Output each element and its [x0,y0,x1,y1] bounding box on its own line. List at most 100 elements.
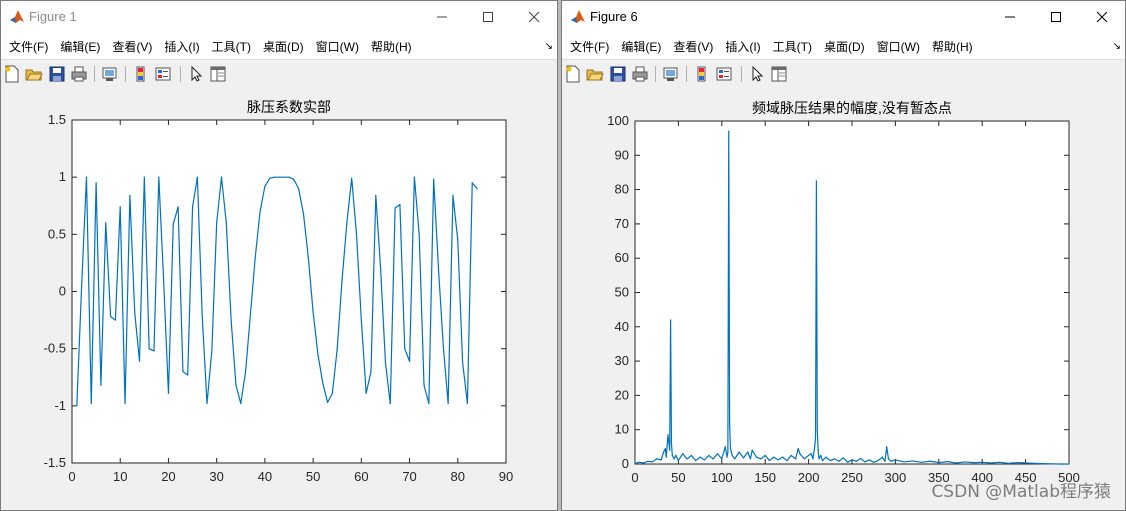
data-point [187,374,189,376]
data-point [1068,463,1070,465]
figure-canvas[interactable]: 脉压系数实部 0 10 20 30 40 50 60 70 80 90 1.5 1 0.5 0 -0.5 -1 -… [1,88,557,510]
data-point [245,370,247,373]
data-point [399,204,401,206]
open-file-icon[interactable] [586,65,604,83]
legend-icon[interactable] [154,65,172,83]
menu-file[interactable]: 文件(F) [3,38,54,55]
data-point [462,361,464,363]
data-point [114,319,116,321]
data-point [1059,463,1061,465]
data-point [799,453,801,455]
data-point [810,453,812,455]
menu-insert[interactable]: 插入(I) [719,38,766,55]
menu-bar: 文件(F) 编辑(E) 查看(V) 插入(I) 工具(T) 桌面(D) 窗口(W… [562,33,1125,59]
menu-desktop[interactable]: 桌面(D) [818,38,871,55]
data-point [1016,462,1018,464]
maximize-button[interactable] [465,1,511,33]
data-point [728,130,730,132]
data-point [129,194,131,197]
link-plot-icon[interactable] [662,65,680,83]
data-point [794,458,797,460]
property-editor-icon[interactable] [209,65,227,83]
data-point [955,462,957,464]
data-point [437,268,440,270]
menu-help[interactable]: 帮助(H) [365,38,418,55]
data-point [727,451,729,453]
data-point [675,454,677,457]
figure-6-window[interactable]: Figure 6 文件(F) 编辑(E) 查看(V) 插入(I) 工具(T) 桌… [561,0,1126,511]
data-point [254,256,256,258]
colorbar-icon[interactable] [132,65,150,83]
menu-insert[interactable]: 插入(I) [158,38,205,55]
chart-frequency-pulse: 频域脉压结果的幅度,没有暂态点0 50 100 150 200 250 300 350 400 4… [607,100,1080,485]
save-icon[interactable] [48,65,66,83]
new-figure-icon[interactable] [3,65,21,83]
data-point [148,348,150,350]
menu-tools[interactable]: 工具(T) [767,38,818,55]
pointer-icon[interactable] [748,65,766,83]
print-icon[interactable] [70,65,88,83]
data-point [452,194,454,197]
data-point [729,422,731,424]
data-point [998,461,1001,463]
dock-arrow-icon[interactable]: ↘ [545,41,553,52]
title-bar[interactable]: Figure 1 [1,1,557,33]
menu-window[interactable]: 窗口(W) [310,38,365,55]
menu-edit[interactable]: 编辑(E) [615,38,667,55]
data-point [269,177,271,179]
title-bar[interactable]: Figure 6 [562,1,1125,33]
data-point [663,451,665,453]
menu-view[interactable]: 查看(V) [667,38,719,55]
x-tick-label: 0 [68,469,75,484]
menu-help[interactable]: 帮助(H) [926,38,979,55]
dock-arrow-icon[interactable]: ↘ [1113,41,1121,52]
colorbar-icon[interactable] [693,65,711,83]
watermark: CSDN @Matlab程序猿 [931,482,1111,502]
data-point [196,176,198,178]
legend-icon[interactable] [715,65,733,83]
close-button[interactable] [511,1,557,33]
menu-edit[interactable]: 编辑(E) [54,38,106,55]
data-point [1033,462,1035,464]
x-tick-label: 80 [451,469,465,484]
minimize-button[interactable] [987,1,1033,33]
menu-window[interactable]: 窗口(W) [871,38,926,55]
close-button[interactable] [1079,1,1125,33]
data-point [278,176,280,178]
save-icon[interactable] [609,65,627,83]
toolbar-divider [686,66,687,82]
figure-1-window[interactable]: Figure 1 文件(F) 编辑(E) 查看(V) 插入(I) 工具(T) 桌… [0,0,558,511]
data-point [273,176,276,178]
maximize-button[interactable] [1033,1,1079,33]
x-tick-label: 20 [161,469,175,484]
minimize-button[interactable] [419,1,465,33]
open-file-icon[interactable] [25,65,43,83]
data-point [964,461,966,463]
data-point [177,206,179,208]
pointer-icon[interactable] [187,65,205,83]
data-point [283,176,285,178]
print-icon[interactable] [631,65,649,83]
data-point [380,268,382,270]
minimize-icon [437,16,447,18]
data-point [466,402,469,405]
data-point [742,457,745,459]
menu-view[interactable]: 查看(V) [106,38,158,55]
data-point [259,210,261,213]
data-point [447,402,449,405]
new-figure-icon[interactable] [564,65,582,83]
y-tick-label: -1.5 [44,455,66,470]
figure-canvas[interactable]: 频域脉压结果的幅度,没有暂态点 0 50 100 150 200 250 300 350 400 4… [562,88,1125,510]
menu-file[interactable]: 文件(F) [564,38,615,55]
data-point [307,256,309,258]
property-editor-icon[interactable] [770,65,788,83]
data-point [816,429,818,431]
data-point [716,453,719,455]
link-plot-icon[interactable] [101,65,119,83]
x-tick-label: 60 [354,469,368,484]
menu-tools[interactable]: 工具(T) [206,38,257,55]
data-point [773,456,775,458]
menu-desktop[interactable]: 桌面(D) [257,38,310,55]
y-tick-label: 50 [615,285,629,300]
data-point [643,462,645,464]
